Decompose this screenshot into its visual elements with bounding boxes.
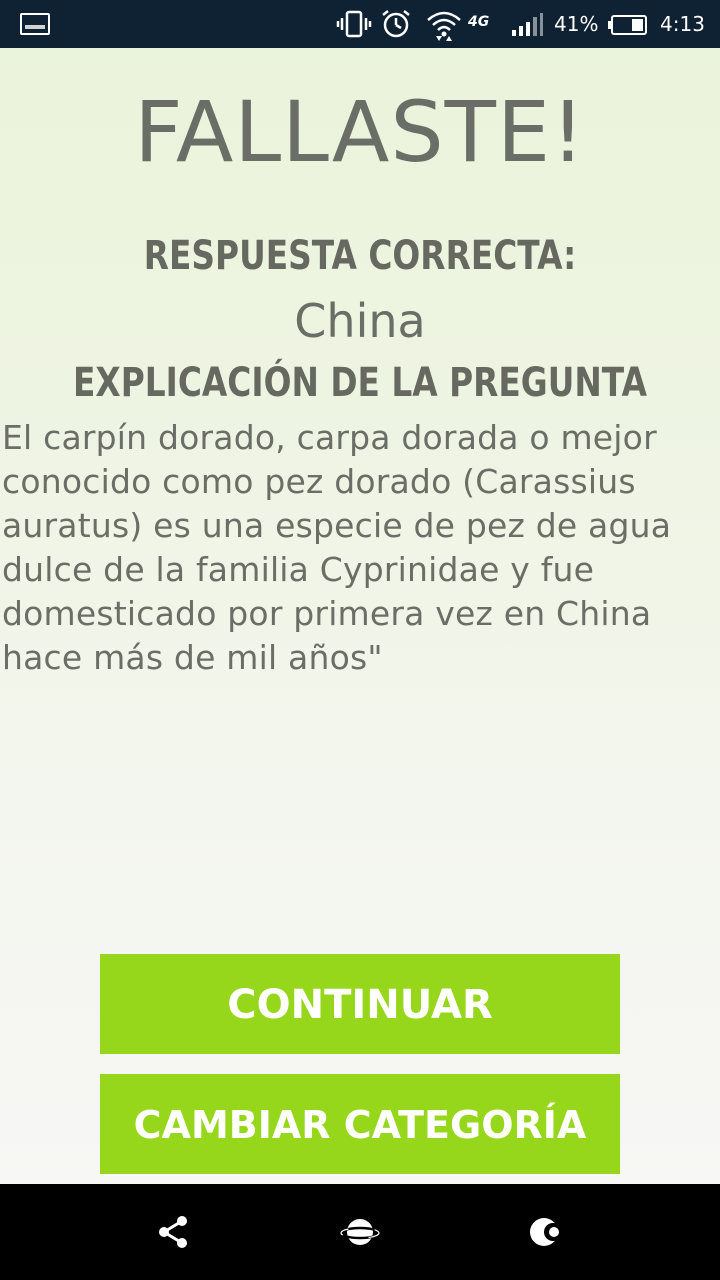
alarm-icon [382,10,410,38]
continue-button[interactable]: CONTINUAR [100,954,620,1054]
network-type: 4G [468,14,490,30]
change-category-button[interactable]: CAMBIAR CATEGORÍA [100,1074,620,1174]
battery-icon [608,15,647,35]
result-title: FALLASTE! [134,83,586,181]
status-bar: 4G 41% 4:13 [0,0,720,48]
bottom-nav-bar [0,1184,720,1280]
wifi-icon [427,11,461,41]
correct-answer: China [294,294,426,348]
moon-icon[interactable] [526,1212,566,1252]
gallery-icon [20,13,50,35]
correct-answer-label: RESPUESTA CORRECTA: [143,233,577,279]
explanation-label: EXPLICACIÓN DE LA PREGUNTA [72,360,647,406]
explanation-text: El carpín dorado, carpa dorada o mejor c… [2,418,672,677]
planet-icon[interactable] [340,1212,380,1252]
vibrate-icon [336,10,372,38]
signal-icon [512,13,543,36]
battery-percent: 41% [554,12,599,36]
share-icon[interactable] [154,1212,194,1252]
clock: 4:13 [660,12,705,36]
